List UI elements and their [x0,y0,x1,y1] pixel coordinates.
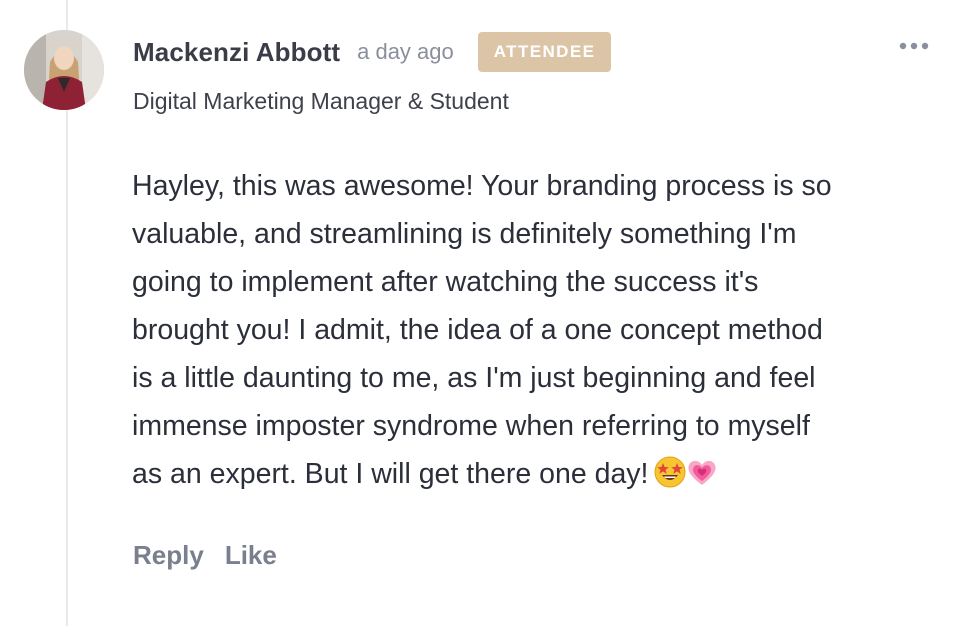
comment-line: brought you! I admit, the idea of a one … [132,314,823,346]
avatar-photo-icon [24,30,104,110]
author-name[interactable]: Mackenzi Abbott [133,37,340,68]
star-struck-emoji-icon [654,456,686,488]
comment-actions: Reply Like [133,536,277,574]
comment-line: immense imposter syndrome when referring… [132,410,810,442]
author-avatar[interactable] [24,30,104,110]
author-title: Digital Marketing Manager & Student [133,88,509,114]
more-options-button[interactable] [896,32,932,60]
comment-line: is a little daunting to me, as I'm just … [132,362,816,394]
comment-body: Hayley, this was awesome! Your branding … [132,162,962,498]
comment-line: valuable, and streamlining is definitely… [132,218,797,250]
comment-line-last: as an expert. But I will get there one d… [132,450,962,498]
comment-line: going to implement after watching the su… [132,266,759,298]
comment-line: Hayley, this was awesome! Your branding … [132,170,832,202]
attendee-badge: ATTENDEE [477,32,612,72]
comment-header: Mackenzi Abbott a day ago ATTENDEE [133,32,612,72]
comment-timestamp[interactable]: a day ago [357,39,454,65]
comment-line-text: as an expert. But I will get there one d… [132,458,649,490]
emoji-group [654,456,718,504]
growing-heart-emoji-icon [688,460,717,485]
reply-button[interactable]: Reply [133,540,204,571]
more-horizontal-icon [899,42,929,50]
like-button[interactable]: Like [225,540,277,571]
